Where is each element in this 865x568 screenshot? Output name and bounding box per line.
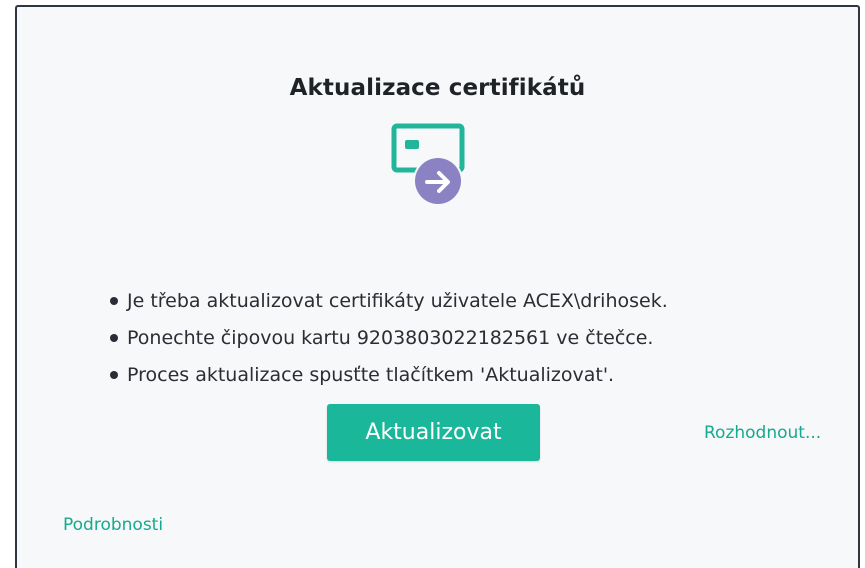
bullet-icon — [110, 296, 118, 305]
instruction-text: Proces aktualizace spusťte tlačítkem 'Ak… — [127, 364, 615, 386]
details-link[interactable]: Podrobnosti — [63, 515, 163, 535]
decide-link[interactable]: Rozhodnout... — [704, 423, 821, 443]
list-item: Je třeba aktualizovat certifikáty uživat… — [110, 283, 668, 320]
bullet-icon — [110, 333, 118, 342]
instruction-text: Je třeba aktualizovat certifikáty uživat… — [127, 290, 668, 312]
dialog-title: Aktualizace certifikátů — [289, 75, 586, 101]
smartcard-arrow-icon — [389, 121, 469, 207]
list-item: Ponechte čipovou kartu 9203803022182561 … — [110, 320, 668, 357]
list-item: Proces aktualizace spusťte tlačítkem 'Ak… — [110, 357, 668, 394]
instruction-text: Ponechte čipovou kartu 9203803022182561 … — [127, 327, 654, 349]
instruction-list: Je třeba aktualizovat certifikáty uživat… — [110, 283, 668, 394]
certificate-update-dialog: Aktualizace certifikátů Je třeba aktuali… — [15, 5, 860, 568]
bullet-icon — [110, 370, 118, 379]
update-button[interactable]: Aktualizovat — [327, 404, 540, 461]
